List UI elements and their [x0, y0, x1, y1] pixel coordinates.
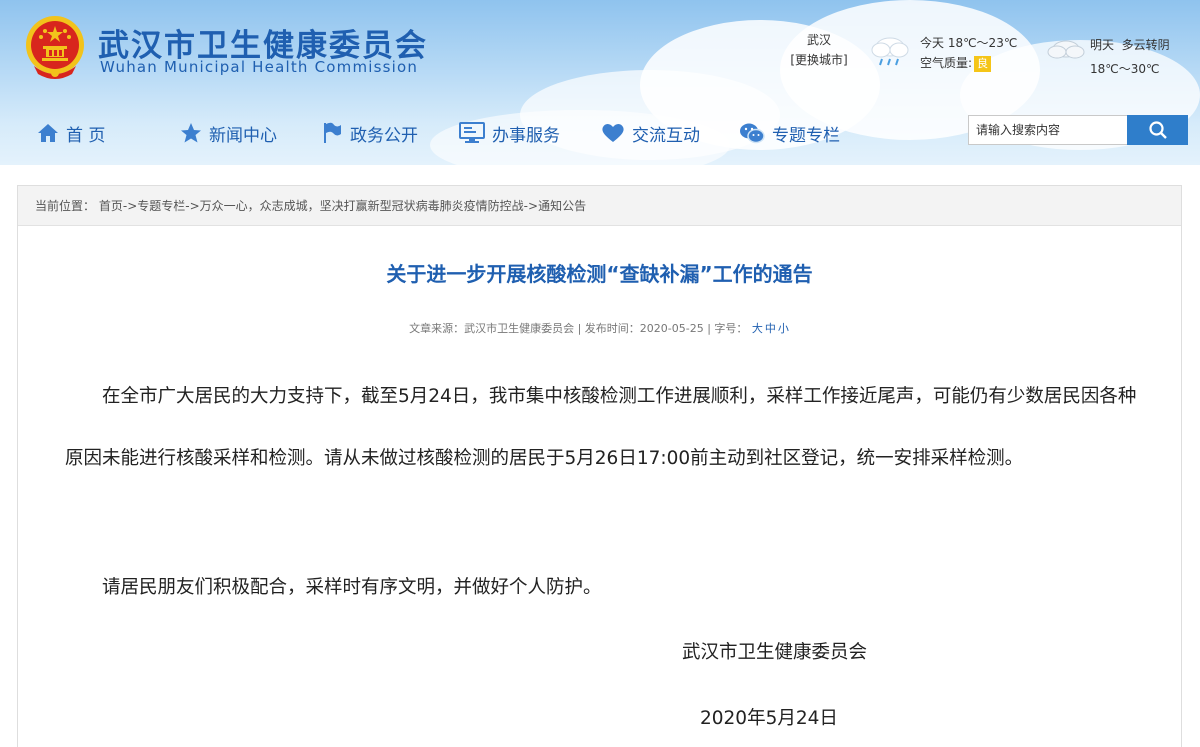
nav-label: 专题专栏: [772, 125, 840, 146]
heart-icon: [602, 124, 624, 142]
signature-date: 2020年5月24日: [700, 708, 838, 729]
air-quality-label: 空气质量:: [920, 56, 973, 70]
breadcrumb-item-campaign[interactable]: 万众一心，众志成城，坚决打赢新型冠状病毒肺炎疫情防控战: [200, 199, 524, 213]
rain-cloud-icon: [871, 37, 909, 66]
date-value: 2020-05-25: [639, 322, 704, 335]
cloudy-icon: [1047, 40, 1085, 59]
article-paragraph: 请居民朋友们积极配合，采样时有序文明，并做好个人防护。: [102, 577, 602, 598]
font-size-small-button[interactable]: 小: [778, 322, 789, 335]
font-size-large-button[interactable]: 大: [752, 322, 763, 335]
air-quality: 空气质量: 良: [920, 53, 1017, 73]
national-emblem-icon[interactable]: [24, 14, 86, 80]
nav-label: 新闻中心: [209, 125, 277, 146]
breadcrumb-item-home[interactable]: 首页: [99, 199, 123, 213]
article-title: 关于进一步开展核酸检测“查缺补漏”工作的通告: [386, 262, 813, 286]
nav-item-interaction[interactable]: 交流互动: [600, 121, 738, 146]
font-size-label: 字号：: [714, 322, 748, 335]
nav-item-gov-affairs[interactable]: 政务公开: [320, 121, 458, 146]
monitor-icon: [459, 122, 485, 143]
nav-item-topics[interactable]: 专题专栏: [738, 121, 878, 146]
search-icon: [1148, 121, 1167, 139]
nav-label: 办事服务: [492, 125, 560, 146]
home-icon: [38, 124, 58, 142]
tomorrow-forecast: 明天 多云转阴: [1090, 38, 1170, 52]
breadcrumb-item-notices[interactable]: 通知公告: [538, 199, 586, 213]
nav-label: 政务公开: [350, 125, 418, 146]
nav-label: 交流互动: [632, 125, 700, 146]
breadcrumb-label: 当前位置：: [35, 199, 96, 213]
star-icon: [181, 123, 201, 143]
article-meta: 文章来源：武汉市卫生健康委员会 | 发布时间：2020-05-25 | 字号： …: [18, 320, 1181, 336]
flag-icon: [324, 122, 341, 143]
article-paragraph: 在全市广大居民的大力支持下，截至5月24日，我市集中核酸检测工作进展顺利，采样工…: [65, 386, 1137, 469]
nav-item-news[interactable]: 新闻中心: [179, 121, 320, 146]
air-quality-badge: 良: [974, 56, 992, 72]
meta-separator: |: [577, 322, 585, 335]
weather-today: 今天 18℃～23℃ 空气质量: 良: [920, 33, 1017, 73]
breadcrumb-separator: ->: [185, 199, 200, 213]
source-value: 武汉市卫生健康委员会: [464, 322, 575, 335]
weather-tomorrow: 明天 多云转阴 18℃～30℃: [1090, 33, 1170, 81]
site-header: 武汉市卫生健康委员会 Wuhan Municipal Health Commis…: [0, 0, 1200, 165]
breadcrumb-item-topics[interactable]: 专题专栏: [137, 199, 185, 213]
nav-item-services[interactable]: 办事服务: [458, 121, 600, 146]
tomorrow-temp: 18℃～30℃: [1090, 62, 1160, 76]
nav-item-home[interactable]: 首 页: [36, 121, 179, 146]
breadcrumb-separator: ->: [523, 199, 539, 213]
city-name: 武汉: [806, 33, 831, 47]
breadcrumb-separator: ->: [122, 199, 138, 213]
article-container: 当前位置： 首页->专题专栏->万众一心，众志成城，坚决打赢新型冠状病毒肺炎疫情…: [17, 185, 1182, 747]
signature-organization: 武汉市卫生健康委员会: [682, 642, 868, 663]
wechat-icon: [740, 123, 765, 144]
site-name-en[interactable]: Wuhan Municipal Health Commission: [100, 58, 418, 76]
main-nav: 首 页 新闻中心 政务公开 办事服务 交流互动 专题专栏: [36, 118, 878, 148]
weather-city: 武汉 [更换城市]: [790, 30, 848, 70]
source-label: 文章来源：: [409, 322, 465, 335]
date-label: 发布时间：: [584, 322, 640, 335]
breadcrumb: 当前位置： 首页->专题专栏->万众一心，众志成城，坚决打赢新型冠状病毒肺炎疫情…: [18, 186, 1181, 226]
change-city-link[interactable]: [更换城市]: [790, 50, 848, 70]
search-button[interactable]: [1127, 115, 1188, 145]
search-input[interactable]: [968, 115, 1127, 145]
nav-label: 首 页: [66, 125, 106, 146]
search-box: [968, 115, 1188, 145]
today-temp: 今天 18℃～23℃: [920, 36, 1018, 50]
font-size-medium-button[interactable]: 中: [765, 322, 776, 335]
